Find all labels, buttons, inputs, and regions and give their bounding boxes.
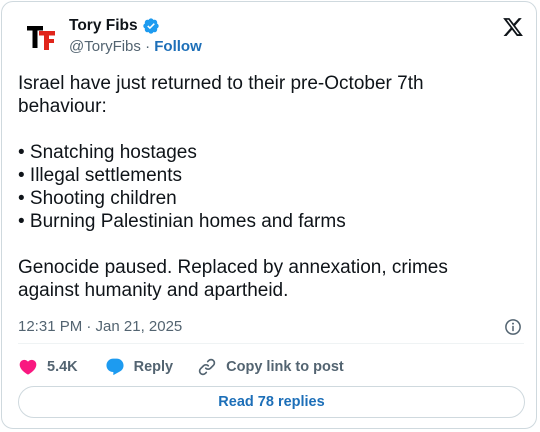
tweet-bullet: • Burning Palestinian homes and farms <box>18 211 346 232</box>
link-icon <box>198 358 216 376</box>
reply-button[interactable]: Reply <box>105 357 174 377</box>
tweet-closing-line-2: against humanity and apartheid. <box>18 280 289 301</box>
tweet-intro-line-1: Israel have just returned to their pre-O… <box>18 73 424 94</box>
tweet-closing-line-1: Genocide paused. Replaced by annexation,… <box>18 257 448 278</box>
tweet-intro-line-2: behaviour: <box>18 96 107 117</box>
reply-bubble-icon <box>106 358 124 376</box>
tweet-text: Israel have just returned to their pre-O… <box>18 72 518 302</box>
like-button[interactable]: 5.4K <box>18 357 78 377</box>
tweet-embed-card: Tory Fibs @ToryFibs · Follow Israel have… <box>1 1 537 429</box>
divider <box>18 343 524 344</box>
copy-link-button[interactable]: Copy link to post <box>197 357 344 377</box>
tweet-timestamp[interactable]: 12:31 PM · Jan 21, 2025 <box>18 317 182 337</box>
tweet-bullet: • Illegal settlements <box>18 165 183 186</box>
verified-badge-icon <box>142 18 159 34</box>
heart-icon <box>19 359 37 375</box>
read-replies-button[interactable]: Read 78 replies <box>18 386 525 418</box>
author-handle-row: @ToryFibs · Follow <box>69 37 202 57</box>
like-count: 5.4K <box>47 359 78 375</box>
author-name-row: Tory Fibs <box>69 16 160 36</box>
action-bar: 5.4K Reply Copy link to post <box>18 356 344 378</box>
info-icon[interactable] <box>504 318 522 336</box>
copy-link-label: Copy link to post <box>226 359 344 375</box>
tweet-bullet: • Shooting children <box>18 188 177 209</box>
author-display-name[interactable]: Tory Fibs <box>69 16 138 36</box>
handle-separator: · <box>145 38 151 55</box>
tory-fibs-logo-avatar[interactable] <box>24 20 58 54</box>
x-logo-icon[interactable] <box>502 16 524 38</box>
follow-link[interactable]: Follow <box>154 38 202 55</box>
author-handle[interactable]: @ToryFibs <box>69 38 141 55</box>
reply-label: Reply <box>133 359 174 375</box>
tweet-bullet: • Snatching hostages <box>18 142 197 163</box>
